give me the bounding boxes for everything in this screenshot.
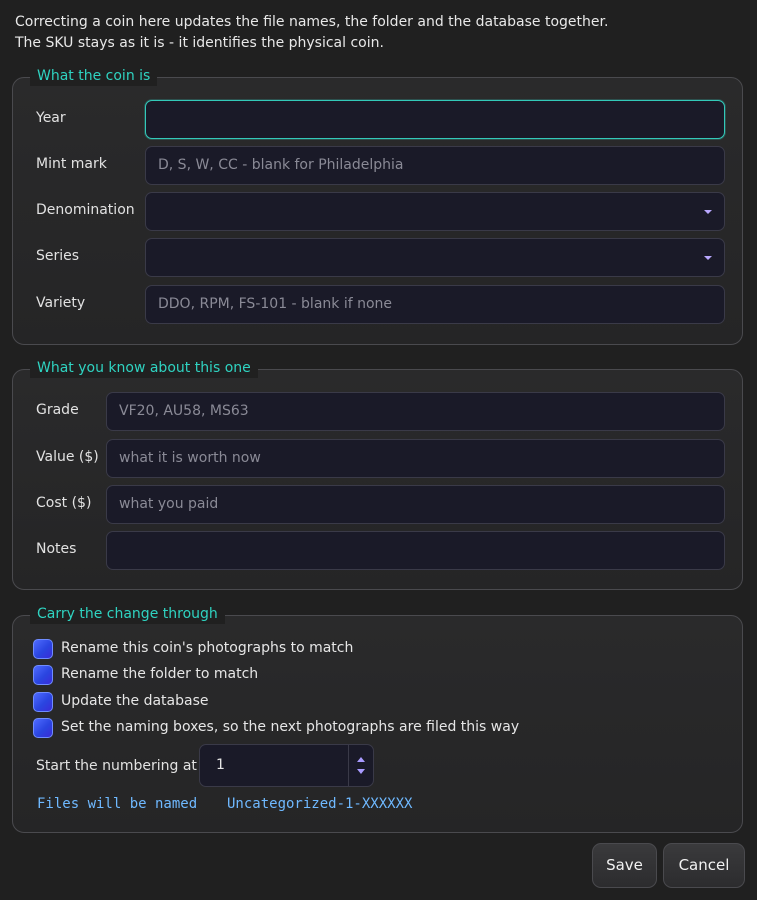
variety-input[interactable]: DDO, RPM, FS-101 - blank if none [145,285,725,324]
mint-mark-placeholder: D, S, W, CC - blank for Philadelphia [158,157,404,173]
coin-group-title: What the coin is [30,66,158,86]
notes-label: Notes [36,541,77,557]
coin-group: What the coin is Year Mint mark D, S, W,… [12,66,743,345]
value-placeholder: what it is worth now [119,450,261,466]
start-numbering-value: 1 [216,757,225,773]
check-label: Update the database [61,693,209,709]
year-input[interactable] [145,100,725,139]
chevron-down-icon [704,210,712,214]
notes-input[interactable] [106,531,725,570]
checkbox[interactable] [33,639,53,659]
know-group-title: What you know about this one [30,358,258,378]
intro-line-1: Correcting a coin here updates the file … [15,14,609,30]
checkbox[interactable] [33,665,53,685]
series-select[interactable] [145,238,725,277]
mint-mark-label: Mint mark [36,156,107,172]
spin-down-icon[interactable] [357,769,365,774]
spin-up-icon[interactable] [357,757,365,762]
year-label: Year [36,110,66,126]
value-input[interactable]: what it is worth now [106,439,725,478]
denomination-select[interactable] [145,192,725,231]
intro-line-2: The SKU stays as it is - it identifies t… [15,35,384,51]
carry-group-title: Carry the change through [30,604,225,624]
grade-label: Grade [36,402,79,418]
chevron-down-icon [704,256,712,260]
cancel-button[interactable]: Cancel [663,843,745,888]
files-named-label: Files will be named [37,796,198,812]
value-label: Value ($) [36,449,99,465]
checkbox[interactable] [33,692,53,712]
variety-label: Variety [36,295,86,311]
spin-buttons[interactable] [348,745,373,786]
carry-group: Carry the change through Rename this coi… [12,604,743,833]
check-label: Rename the folder to match [61,666,259,682]
denomination-label: Denomination [36,202,135,218]
cost-placeholder: what you paid [119,496,219,512]
mint-mark-input[interactable]: D, S, W, CC - blank for Philadelphia [145,146,725,185]
variety-placeholder: DDO, RPM, FS-101 - blank if none [158,296,393,312]
series-label: Series [36,248,80,264]
start-numbering-label: Start the numbering at [36,758,197,774]
grade-placeholder: VF20, AU58, MS63 [119,403,249,419]
cost-input[interactable]: what you paid [106,485,725,524]
start-numbering-spinbox[interactable]: 1 [199,744,374,787]
checkbox[interactable] [33,718,53,738]
check-label: Rename this coin's photographs to match [61,640,354,656]
check-label: Set the naming boxes, so the next photog… [61,719,520,735]
files-named-value: Uncategorized-1-XXXXXX [227,796,413,812]
intro-text: Correcting a coin here updates the file … [15,12,608,54]
cost-label: Cost ($) [36,495,92,511]
grade-input[interactable]: VF20, AU58, MS63 [106,392,725,431]
know-group: What you know about this one Grade VF20,… [12,358,743,590]
save-button[interactable]: Save [592,843,657,888]
